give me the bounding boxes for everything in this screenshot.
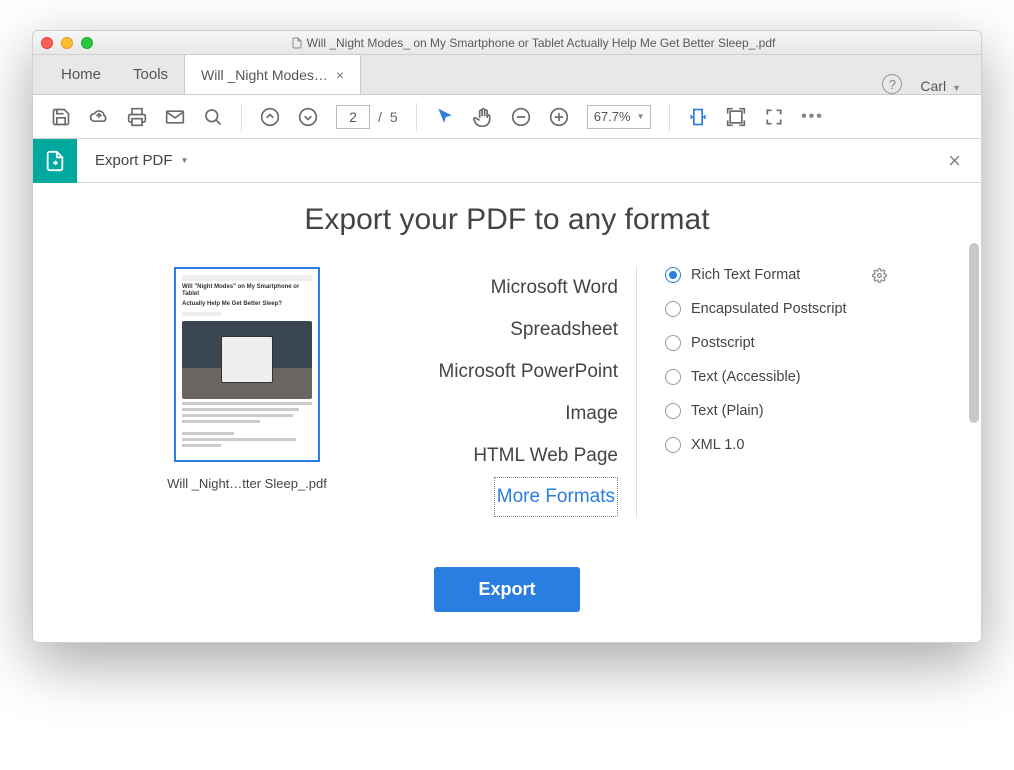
category-image[interactable]: Image (565, 393, 618, 435)
page-up-icon[interactable] (260, 107, 280, 127)
page-down-icon[interactable] (298, 107, 318, 127)
print-icon[interactable] (127, 107, 147, 127)
tab-row: Home Tools Will _Night Modes… × ? Carl▼ (33, 55, 981, 95)
option-ps[interactable]: Postscript (665, 335, 887, 351)
scrollbar[interactable] (969, 243, 979, 423)
mail-icon[interactable] (165, 107, 185, 127)
main-toolbar: / 5 67.7% ▼ ••• (33, 95, 981, 139)
category-powerpoint[interactable]: Microsoft PowerPoint (438, 351, 618, 393)
option-text-plain[interactable]: Text (Plain) (665, 403, 887, 419)
option-text-accessible[interactable]: Text (Accessible) (665, 369, 887, 385)
export-content: Export your PDF to any format Will "Nigh… (33, 183, 981, 642)
radio-icon (665, 267, 681, 283)
more-tools-icon[interactable]: ••• (802, 107, 822, 127)
radio-icon (665, 335, 681, 351)
save-icon[interactable] (51, 107, 71, 127)
export-panel-bar: Export PDF ▼ × (33, 139, 981, 183)
document-thumbnail[interactable]: Will "Night Modes" on My Smartphone or T… (174, 267, 320, 462)
radio-icon (665, 369, 681, 385)
help-icon[interactable]: ? (882, 74, 902, 94)
export-heading: Export your PDF to any format (33, 183, 981, 267)
search-icon[interactable] (203, 107, 223, 127)
fit-page-icon[interactable] (726, 107, 746, 127)
tab-document-label: Will _Night Modes… (201, 67, 328, 83)
category-html[interactable]: HTML Web Page (473, 435, 618, 477)
user-menu[interactable]: Carl▼ (920, 78, 961, 94)
select-tool-icon[interactable] (435, 107, 455, 127)
category-more-formats[interactable]: More Formats (494, 477, 618, 517)
window-maximize-button[interactable] (81, 37, 93, 49)
page-separator: / (378, 109, 382, 125)
window-close-button[interactable] (41, 37, 53, 49)
fullscreen-icon[interactable] (764, 107, 784, 127)
radio-icon (665, 403, 681, 419)
thumbnail-filename: Will _Night…tter Sleep_.pdf (167, 476, 327, 491)
export-button[interactable]: Export (434, 567, 579, 612)
option-xml[interactable]: XML 1.0 (665, 437, 887, 453)
panel-title: Export PDF (95, 152, 173, 169)
fit-width-icon[interactable] (688, 107, 708, 127)
option-eps[interactable]: Encapsulated Postscript (665, 301, 887, 317)
window-title: Will _Night Modes_ on My Smartphone or T… (93, 36, 973, 50)
window-minimize-button[interactable] (61, 37, 73, 49)
page-number-input[interactable] (336, 105, 370, 129)
zoom-select[interactable]: 67.7% ▼ (587, 105, 652, 129)
zoom-in-icon[interactable] (549, 107, 569, 127)
tab-tools[interactable]: Tools (117, 54, 184, 94)
tab-document[interactable]: Will _Night Modes… × (184, 54, 361, 94)
radio-icon (665, 437, 681, 453)
export-pdf-icon[interactable] (33, 139, 77, 183)
chevron-down-icon: ▼ (952, 83, 961, 93)
cloud-upload-icon[interactable] (89, 107, 109, 127)
category-spreadsheet[interactable]: Spreadsheet (510, 309, 618, 351)
zoom-out-icon[interactable] (511, 107, 531, 127)
option-rtf[interactable]: Rich Text Format (665, 267, 887, 283)
format-option-list: Rich Text Format Encapsulated Postscript… (647, 267, 887, 517)
chevron-down-icon: ▼ (637, 112, 645, 121)
pan-tool-icon[interactable] (473, 107, 493, 127)
chevron-down-icon[interactable]: ▼ (181, 156, 189, 165)
tab-home[interactable]: Home (45, 54, 117, 94)
pdf-file-icon (291, 36, 303, 50)
format-category-list: Microsoft Word Spreadsheet Microsoft Pow… (377, 267, 637, 517)
page-total: 5 (390, 109, 398, 125)
window-titlebar: Will _Night Modes_ on My Smartphone or T… (33, 31, 981, 55)
close-tab-icon[interactable]: × (336, 67, 344, 83)
category-word[interactable]: Microsoft Word (491, 267, 618, 309)
close-panel-icon[interactable]: × (948, 148, 961, 174)
gear-icon[interactable] (872, 268, 887, 283)
radio-icon (665, 301, 681, 317)
